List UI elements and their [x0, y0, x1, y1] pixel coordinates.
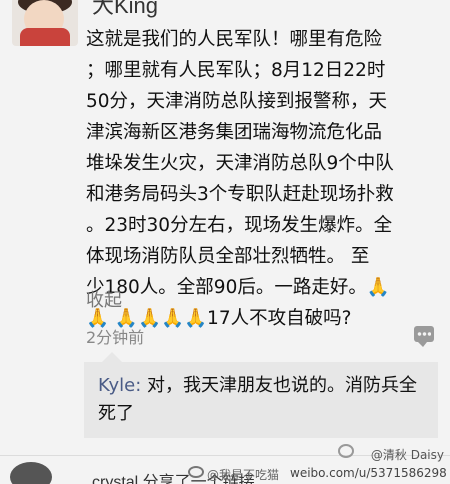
- post-line: 。23时30分左右，现场发生爆炸。全: [86, 215, 393, 236]
- weibo-logo-icon: [188, 466, 204, 478]
- post-line: 这就是我们的人民军队！哪里有危险: [86, 29, 383, 50]
- collapse-link[interactable]: 收起: [86, 286, 122, 312]
- watermark-user: @清秋 Daisy: [370, 448, 444, 462]
- reply-author[interactable]: Kyle:: [98, 375, 141, 396]
- reply-box: Kyle: 对，我天津朋友也说的。消防兵全死了: [84, 352, 438, 438]
- post-text: 这就是我们的人民军队！哪里有危险 ；哪里就有人民军队；8月12日22时 50分，…: [86, 24, 438, 334]
- weibo-logo-icon: [338, 444, 354, 458]
- post-line: 体现场消防队员全部壮烈牺牲。 至: [86, 246, 370, 267]
- post-line: 和港务局码头3个专职队赶赴现场扑救: [86, 184, 394, 205]
- reply-text: 对，我天津朋友也说的。消防兵全死了: [98, 375, 418, 424]
- avatar-shirt: [20, 28, 70, 46]
- avatar[interactable]: [12, 0, 78, 46]
- comment-dots: [417, 332, 431, 336]
- post-line: 50分，天津消防总队接到报警称，天: [86, 91, 388, 112]
- post-timestamp: 2分钟前: [86, 328, 145, 347]
- watermark-url: weibo.com/u/5371586298: [290, 466, 447, 480]
- next-avatar[interactable]: [10, 462, 52, 484]
- username[interactable]: 大King: [92, 0, 158, 20]
- reply-comment[interactable]: Kyle: 对，我天津朋友也说的。消防兵全死了: [98, 372, 428, 428]
- post-line: ；哪里就有人民军队；8月12日22时: [86, 60, 386, 81]
- comment-bubble-icon[interactable]: [414, 326, 434, 347]
- post-line: 堆垛发生火灾，天津消防总队9个中队: [86, 153, 394, 174]
- post-line: 津滨海新区港务集团瑞海物流危化品: [86, 122, 383, 143]
- post-line: 少180人。全部90后。一路走好。🙏: [86, 277, 390, 298]
- watermark-nick: @我是不吃猫: [207, 468, 280, 482]
